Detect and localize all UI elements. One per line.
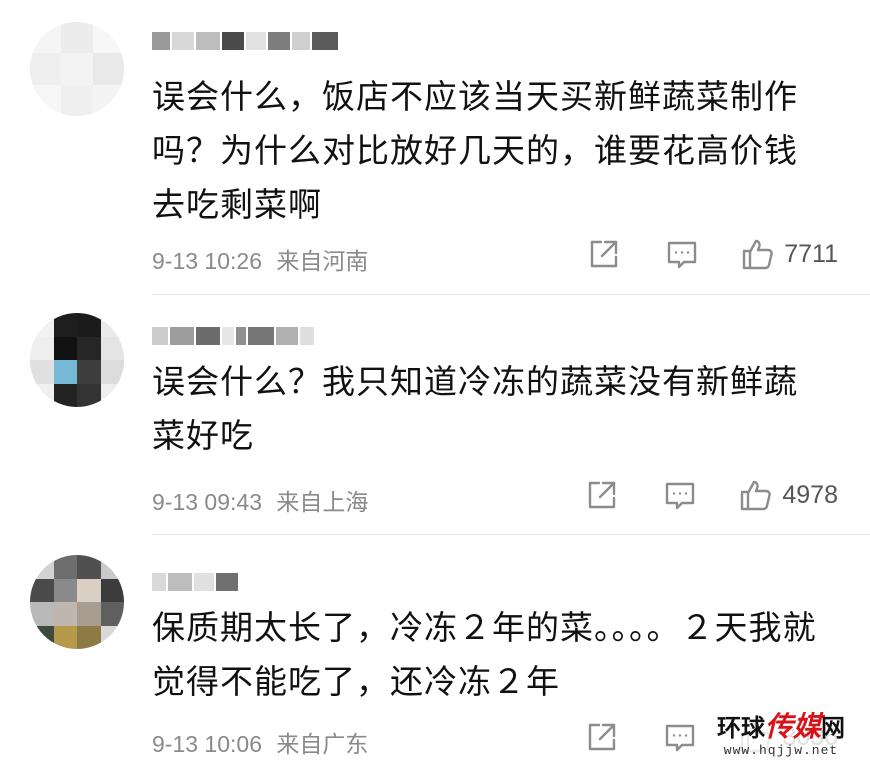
username-blurred[interactable] (152, 571, 238, 593)
comment-item: 误会什么，饭店不应该当天买新鲜蔬菜制作吗？为什么对比放好几天的，谁要花高价钱去吃… (0, 0, 870, 295)
watermark-logo: 环球传媒网 www.hqjjw.net (706, 712, 856, 762)
watermark-url: www.hqjjw.net (723, 743, 839, 758)
avatar[interactable] (30, 313, 124, 407)
comment-text: 误会什么，饭店不应该当天买新鲜蔬菜制作吗？为什么对比放好几天的，谁要花高价钱去吃… (152, 77, 798, 224)
comment-meta: 9-13 10:06 来自广东 (152, 725, 368, 759)
share-icon[interactable] (586, 236, 622, 272)
comment-time: 9-13 09:43 (152, 489, 262, 515)
like-button[interactable]: 4978 (738, 477, 838, 513)
share-icon[interactable] (584, 477, 620, 513)
avatar[interactable] (30, 555, 124, 649)
thumbs-up-icon (740, 236, 776, 272)
comment-actions: 4978 (584, 477, 838, 513)
share-icon[interactable] (584, 719, 620, 755)
comment-location: 来自河南 (276, 248, 369, 274)
comment-meta: 9-13 10:26 来自河南 (152, 242, 368, 276)
comment-location: 来自上海 (276, 489, 369, 515)
comment-time: 9-13 10:26 (152, 248, 262, 274)
reply-icon[interactable] (662, 477, 698, 513)
username-blurred[interactable] (152, 30, 338, 52)
comment-text: 保质期太长了，冷冻２年的菜。。。。２天我就觉得不能吃了，还冷冻２年 (152, 608, 817, 701)
watermark-title: 环球传媒网 (706, 712, 856, 743)
watermark-part2: 传媒 (764, 710, 821, 743)
comment-time: 9-13 10:06 (152, 731, 262, 757)
reply-icon[interactable] (664, 236, 700, 272)
comment-meta: 9-13 09:43 来自上海 (152, 483, 368, 517)
watermark-part1: 环球 (716, 713, 765, 742)
username-blurred[interactable] (152, 325, 314, 347)
comment-actions: 7711 (586, 236, 838, 272)
avatar[interactable] (30, 22, 124, 116)
comment-text: 误会什么？我只知道冷冻的蔬菜没有新鲜蔬菜好吃 (152, 362, 798, 455)
comment-item: 误会什么？我只知道冷冻的蔬菜没有新鲜蔬菜好吃 9-13 09:43 来自上海 4… (0, 295, 870, 535)
comment-location: 来自广东 (276, 731, 369, 757)
like-count: 4978 (782, 480, 838, 509)
thumbs-up-icon (738, 477, 774, 513)
reply-icon[interactable] (662, 719, 698, 755)
like-count: 7711 (784, 239, 838, 268)
watermark-part3: 网 (821, 713, 845, 742)
like-button[interactable]: 7711 (740, 236, 838, 272)
